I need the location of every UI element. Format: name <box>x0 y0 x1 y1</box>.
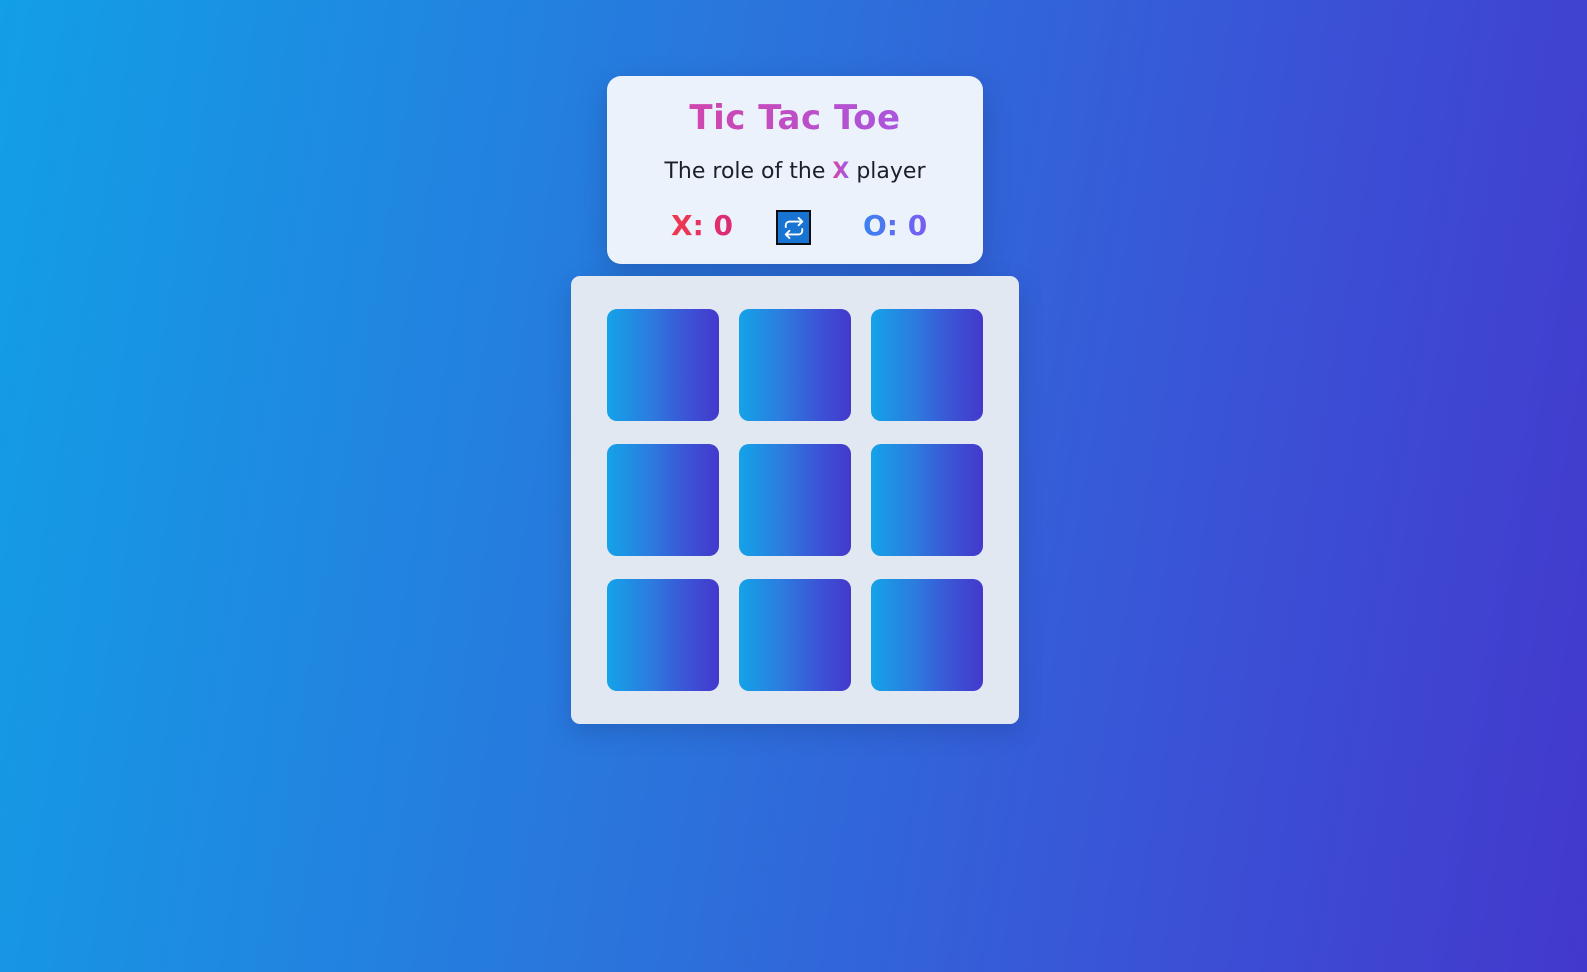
repeat-icon <box>784 216 803 239</box>
current-player: X <box>832 159 850 184</box>
board-cell-4[interactable] <box>607 444 719 556</box>
board-cell-5[interactable] <box>739 444 851 556</box>
board-cell-9[interactable] <box>871 579 983 691</box>
turn-suffix: player <box>856 159 926 184</box>
score-o: O: 0 <box>863 209 928 242</box>
board-cell-7[interactable] <box>607 579 719 691</box>
board-cell-1[interactable] <box>607 309 719 421</box>
reset-button[interactable] <box>776 210 811 245</box>
board-cell-6[interactable] <box>871 444 983 556</box>
turn-prefix: The role of the <box>664 159 826 184</box>
score-x: X: 0 <box>671 209 734 242</box>
turn-indicator: The role of the X player <box>607 156 983 188</box>
board-cell-2[interactable] <box>739 309 851 421</box>
board-cell-3[interactable] <box>871 309 983 421</box>
game-title: Tic Tac Toe <box>607 96 983 140</box>
board-cell-8[interactable] <box>739 579 851 691</box>
game-board <box>571 276 1019 724</box>
